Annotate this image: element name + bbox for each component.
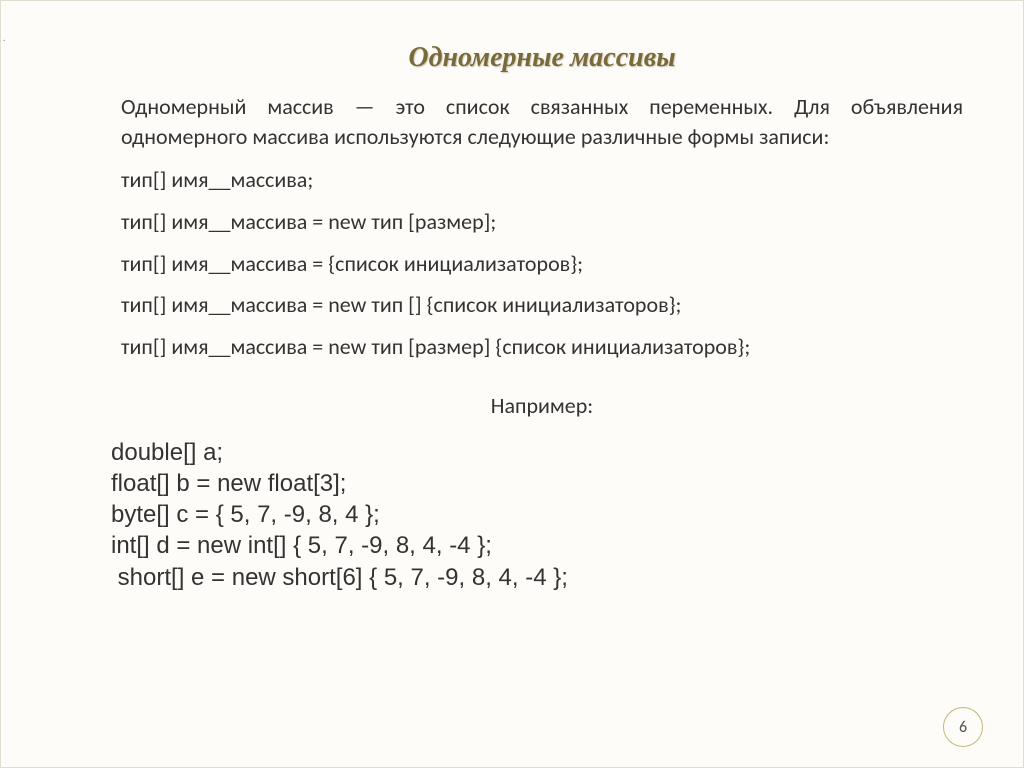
syntax-line: тип[] имя__массива; — [121, 165, 963, 195]
example-label: Например: — [121, 392, 963, 419]
syntax-line: тип[] имя__массива = new тип [] {список … — [121, 290, 963, 320]
code-line: int[] d = new int[] { 5, 7, -9, 8, 4, -4… — [111, 530, 963, 561]
code-block: double[] a; float[] b = new float[3]; by… — [111, 437, 963, 593]
code-line: byte[] c = { 5, 7, -9, 8, 4 }; — [111, 499, 963, 530]
code-line: short[] e = new short[6] { 5, 7, -9, 8, … — [111, 562, 963, 593]
syntax-line: тип[] имя__массива = new тип [размер] {с… — [121, 332, 963, 362]
page-number: 6 — [943, 707, 983, 747]
slide-content: Одномерные массивы Одномерный массив — э… — [1, 1, 1023, 623]
slide-title: Одномерные массивы — [121, 41, 963, 74]
intro-paragraph: Одномерный массив — это список связанных… — [121, 92, 963, 151]
syntax-line: тип[] имя__массива = new тип [размер]; — [121, 207, 963, 237]
code-line: float[] b = new float[3]; — [111, 468, 963, 499]
code-line: double[] a; — [111, 437, 963, 468]
syntax-line: тип[] имя__массива = {список инициализат… — [121, 249, 963, 279]
edge-marker: . — [3, 31, 6, 44]
